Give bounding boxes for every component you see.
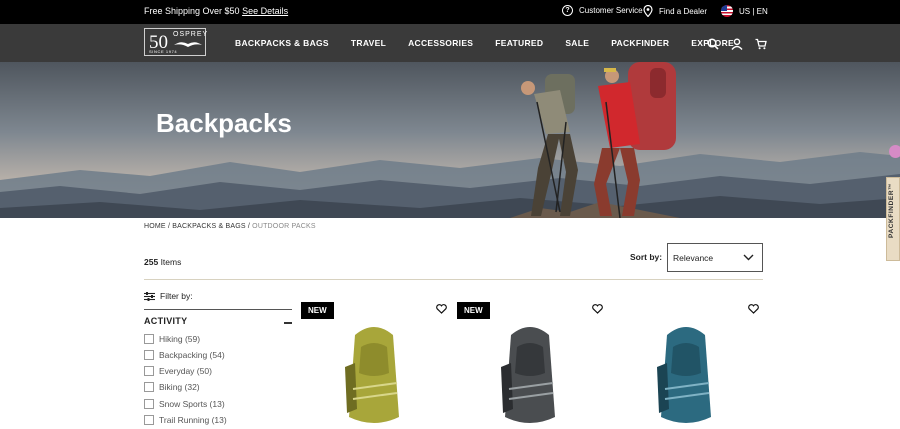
backpack-product-image [345, 327, 399, 423]
breadcrumb-home[interactable]: HOME [144, 223, 166, 230]
osprey-bird-icon [174, 42, 202, 47]
chat-widget-button[interactable] [889, 145, 900, 158]
breadcrumb-current: OUTDOOR PACKS [252, 223, 316, 230]
find-dealer-link[interactable]: Find a Dealer [643, 5, 707, 17]
filter-by-toggle[interactable]: Filter by: [144, 291, 193, 301]
search-icon[interactable] [707, 38, 719, 50]
nav-links: BACKPACKS & BAGS TRAVEL ACCESSORIES FEAT… [235, 38, 756, 48]
packfinder-tab-label: PACKFINDER™ [888, 182, 895, 238]
results-divider [144, 279, 763, 280]
map-pin-icon [643, 5, 653, 17]
packfinder-side-tab[interactable]: PACKFINDER™ [886, 177, 900, 261]
checkbox[interactable] [144, 382, 154, 392]
locale-label: US | EN [739, 6, 768, 16]
logo-since: SINCE 1974 [149, 49, 178, 54]
new-badge: NEW [457, 302, 490, 319]
nav-icon-group [707, 38, 767, 50]
filter-option-biking[interactable]: Biking (32) [144, 382, 200, 392]
sort-dropdown[interactable]: Relevance [667, 243, 763, 272]
hero-landscape-image [0, 62, 900, 218]
hero-banner: Backpacks [0, 62, 900, 218]
filter-option-label: Everyday (50) [159, 366, 212, 376]
breadcrumb-backpacks-bags[interactable]: BACKPACKS & BAGS [172, 223, 245, 230]
nav-backpacks-bags[interactable]: BACKPACKS & BAGS [235, 38, 329, 48]
new-badge: NEW [301, 302, 334, 319]
wishlist-heart-icon[interactable] [748, 304, 759, 314]
nav-sale[interactable]: SALE [565, 38, 589, 48]
nav-accessories[interactable]: ACCESSORIES [408, 38, 473, 48]
checkbox[interactable] [144, 366, 154, 376]
nav-packfinder[interactable]: PACKFINDER [611, 38, 669, 48]
nav-travel[interactable]: TRAVEL [351, 38, 386, 48]
backpack-product-image [657, 327, 711, 423]
locale-selector[interactable]: US | EN [721, 5, 768, 17]
filter-option-backpacking[interactable]: Backpacking (54) [144, 350, 225, 360]
osprey-logo[interactable]: 50 OSPREY SINCE 1974 [144, 28, 209, 56]
shipping-text: Free Shipping Over $50 [144, 6, 240, 16]
us-flag-icon [721, 5, 733, 17]
sort-label: Sort by: [630, 252, 663, 262]
filter-section-title: ACTIVITY [144, 316, 188, 326]
cart-icon[interactable] [755, 38, 767, 50]
find-dealer-label: Find a Dealer [659, 6, 708, 16]
product-card[interactable] [613, 301, 760, 429]
account-icon[interactable] [731, 38, 743, 50]
page-title: Backpacks [156, 108, 292, 138]
results-count: 255 Items [144, 257, 181, 267]
checkbox[interactable] [144, 415, 154, 425]
filter-option-label: Trail Running (13) [159, 415, 227, 425]
main-navigation: 50 OSPREY SINCE 1974 BACKPACKS & BAGS TR… [0, 24, 900, 62]
breadcrumb: HOME / BACKPACKS & BAGS / OUTDOOR PACKS [144, 223, 316, 230]
shipping-promo: Free Shipping Over $50 See Details [144, 6, 288, 16]
wishlist-heart-icon[interactable] [592, 304, 603, 314]
wishlist-heart-icon[interactable] [436, 304, 447, 314]
filter-by-label: Filter by: [160, 291, 193, 301]
filter-option-hiking[interactable]: Hiking (59) [144, 334, 200, 344]
filter-option-label: Hiking (59) [159, 334, 201, 344]
chevron-down-icon [743, 254, 754, 261]
filter-option-label: Backpacking (54) [159, 350, 225, 360]
results-count-number: 255 [144, 257, 159, 267]
filter-option-label: Snow Sports (13) [159, 399, 225, 409]
filter-sliders-icon [144, 291, 155, 301]
checkbox[interactable] [144, 350, 154, 360]
product-card[interactable]: NEW [457, 301, 604, 429]
filter-option-trail-running[interactable]: Trail Running (13) [144, 415, 227, 425]
customer-service-link[interactable]: ? Customer Service [562, 5, 643, 16]
backpack-product-image [501, 327, 555, 423]
filter-option-label: Biking (32) [159, 382, 200, 392]
sort-selected-value: Relevance [673, 253, 714, 263]
nav-featured[interactable]: FEATURED [495, 38, 543, 48]
see-details-link[interactable]: See Details [242, 6, 288, 16]
checkbox[interactable] [144, 334, 154, 344]
filter-option-snow-sports[interactable]: Snow Sports (13) [144, 399, 225, 409]
filter-option-everyday[interactable]: Everyday (50) [144, 366, 212, 376]
help-icon: ? [562, 5, 573, 16]
results-count-label: Items [160, 257, 182, 267]
product-card[interactable]: NEW [301, 301, 448, 429]
filter-section-activity[interactable]: ACTIVITY [144, 309, 292, 326]
top-announcement-bar: Free Shipping Over $50 See Details ? Cus… [0, 0, 900, 24]
checkbox[interactable] [144, 399, 154, 409]
collapse-minus-icon [284, 322, 292, 324]
customer-service-label: Customer Service [579, 6, 643, 15]
logo-brand: OSPREY [173, 31, 209, 38]
